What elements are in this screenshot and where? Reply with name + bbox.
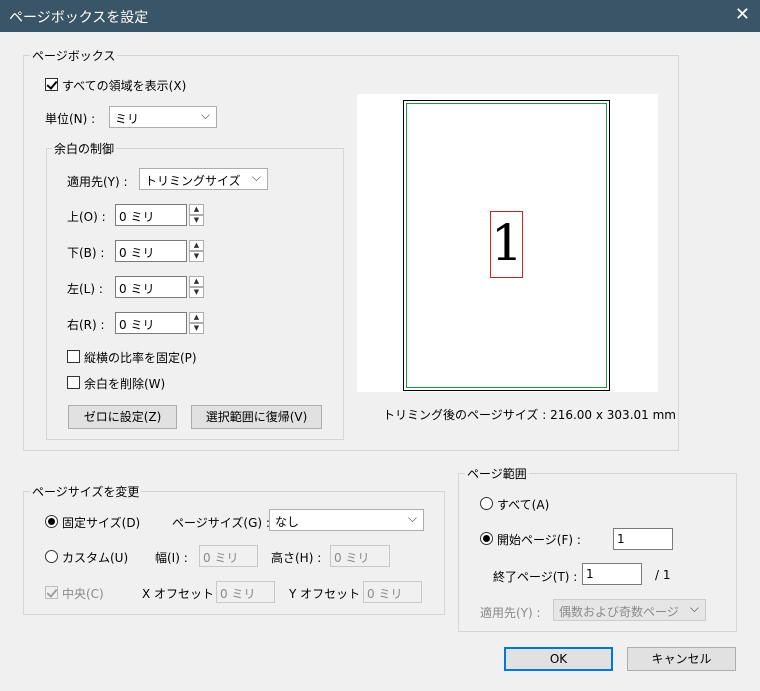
margin-apply-value: トリミングサイズ <box>145 174 241 188</box>
total-pages: / 1 <box>655 568 671 582</box>
custom-size-label[interactable]: カスタム(U) <box>62 549 128 566</box>
y-offset-label: Y オフセット : <box>289 587 369 601</box>
end-page-value: 1 <box>586 567 594 581</box>
page-preview: 1 <box>357 94 658 392</box>
x-offset-value: 0 ミリ <box>220 587 256 601</box>
show-all-label[interactable]: すべての領域を表示(X) <box>62 77 186 94</box>
spin-up-icon[interactable]: ▲ <box>189 240 204 251</box>
preview-page-number: 1 <box>491 214 523 272</box>
unit-select[interactable]: ミリ ⌵ <box>109 106 217 128</box>
margin-bottom-value: 0 ミリ <box>119 246 155 260</box>
margin-top-value: 0 ミリ <box>119 210 155 224</box>
y-offset-input[interactable]: 0 ミリ <box>363 581 422 603</box>
width-label: 幅(I) : <box>155 551 188 565</box>
page-size-select[interactable]: なし ⌵ <box>269 509 424 531</box>
margin-left-label: 左(L) : <box>67 282 103 296</box>
spin-down-icon[interactable]: ▼ <box>189 323 204 334</box>
start-page-label[interactable]: 開始ページ(F) : <box>497 531 581 548</box>
revert-selection-button[interactable]: 選択範囲に復帰(V) <box>191 405 322 429</box>
fix-ratio-label[interactable]: 縦横の比率を固定(P) <box>84 349 197 366</box>
spin-up-icon[interactable]: ▲ <box>189 312 204 323</box>
preview-page-number-box: 1 <box>490 211 523 278</box>
chevron-down-icon: ⌵ <box>407 511 417 525</box>
margin-left-input[interactable]: 0 ミリ <box>115 276 187 298</box>
fixed-size-label[interactable]: 固定サイズ(D) <box>62 514 140 531</box>
pagebox-legend: ページボックス <box>30 47 118 64</box>
y-offset-value: 0 ミリ <box>367 587 403 601</box>
margin-right-label: 右(R) : <box>67 318 105 332</box>
margin-top-label: 上(O) : <box>67 210 106 224</box>
start-page-radio[interactable] <box>480 532 493 545</box>
margin-left-value: 0 ミリ <box>119 282 155 296</box>
range-apply-select[interactable]: 偶数および奇数ページ ⌵ <box>553 599 706 621</box>
all-pages-radio[interactable] <box>480 497 493 510</box>
margin-bottom-label: 下(B) : <box>67 246 105 260</box>
center-checkbox[interactable] <box>45 586 58 599</box>
margin-left-spinner[interactable]: ▲ ▼ <box>189 276 204 298</box>
show-all-checkbox[interactable] <box>45 78 58 91</box>
window-title: ページボックスを設定 <box>9 10 149 26</box>
start-page-value: 1 <box>617 532 625 546</box>
height-label: 高さ(H) : <box>271 551 322 565</box>
change-size-legend: ページサイズを変更 <box>30 483 142 500</box>
page-size-value: なし <box>275 515 300 529</box>
margin-bottom-input[interactable]: 0 ミリ <box>115 240 187 262</box>
margin-right-spinner[interactable]: ▲ ▼ <box>189 312 204 334</box>
end-page-input[interactable]: 1 <box>582 563 642 585</box>
x-offset-label: X オフセット : <box>142 587 222 601</box>
margin-right-input[interactable]: 0 ミリ <box>115 312 187 334</box>
margin-bottom-spinner[interactable]: ▲ ▼ <box>189 240 204 262</box>
fix-ratio-checkbox[interactable] <box>67 350 80 363</box>
fixed-size-radio[interactable] <box>45 515 58 528</box>
margin-apply-select[interactable]: トリミングサイズ ⌵ <box>139 168 268 190</box>
chevron-down-icon: ⌵ <box>689 601 699 615</box>
end-page-label: 終了ページ(T) : <box>493 570 578 584</box>
start-page-input[interactable]: 1 <box>613 528 673 550</box>
ok-button[interactable]: OK <box>504 647 613 671</box>
preview-page: 1 <box>403 100 610 391</box>
spin-down-icon[interactable]: ▼ <box>189 215 204 226</box>
width-input[interactable]: 0 ミリ <box>199 545 258 567</box>
height-value: 0 ミリ <box>334 551 370 565</box>
close-icon[interactable]: ✕ <box>735 4 750 26</box>
page-range-legend: ページ範囲 <box>465 465 529 482</box>
page-size-label: ページサイズ(G) : <box>172 516 270 530</box>
spin-down-icon[interactable]: ▼ <box>189 287 204 298</box>
spin-up-icon[interactable]: ▲ <box>189 276 204 287</box>
margin-right-value: 0 ミリ <box>119 318 155 332</box>
range-apply-label: 適用先(Y) : <box>480 606 541 620</box>
trimmed-size-caption: トリミング後のページサイズ : 216.00 x 303.01 mm <box>383 408 676 422</box>
chevron-down-icon: ⌵ <box>251 170 261 184</box>
margin-legend: 余白の制御 <box>52 140 117 157</box>
set-zero-button[interactable]: ゼロに設定(Z) <box>68 405 177 429</box>
width-value: 0 ミリ <box>203 551 239 565</box>
margin-top-spinner[interactable]: ▲ ▼ <box>189 204 204 226</box>
cancel-button[interactable]: キャンセル <box>627 647 736 671</box>
remove-margin-checkbox[interactable] <box>67 376 80 389</box>
custom-size-radio[interactable] <box>45 550 58 563</box>
center-label[interactable]: 中央(C) <box>62 585 104 602</box>
title-bar: ページボックスを設定 ✕ <box>0 0 760 32</box>
spin-up-icon[interactable]: ▲ <box>189 204 204 215</box>
all-pages-label[interactable]: すべて(A) <box>497 496 549 513</box>
range-apply-value: 偶数および奇数ページ <box>559 605 679 619</box>
remove-margin-label[interactable]: 余白を削除(W) <box>84 375 165 392</box>
x-offset-input[interactable]: 0 ミリ <box>216 581 275 603</box>
unit-select-value: ミリ <box>115 112 140 126</box>
margin-apply-label: 適用先(Y) : <box>67 175 128 189</box>
margin-top-input[interactable]: 0 ミリ <box>115 204 187 226</box>
spin-down-icon[interactable]: ▼ <box>189 251 204 262</box>
height-input[interactable]: 0 ミリ <box>330 545 390 567</box>
chevron-down-icon: ⌵ <box>200 108 210 122</box>
unit-label: 単位(N) : <box>45 112 96 126</box>
